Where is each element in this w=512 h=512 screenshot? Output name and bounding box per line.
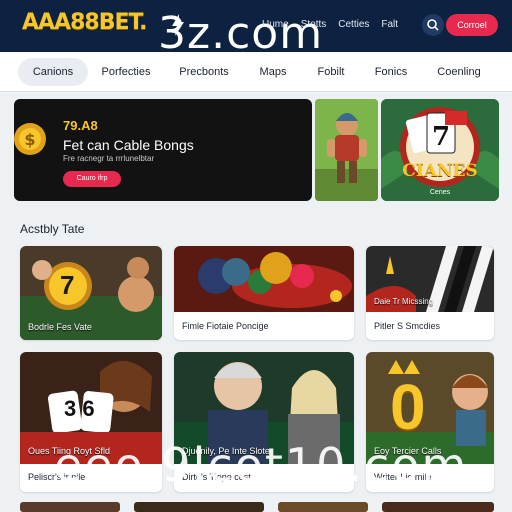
banner-subtitle: Fre racnegr ta rrrlunelbtar: [63, 154, 155, 163]
banner-amount: 79.A8: [63, 118, 98, 133]
category-tab[interactable]: Porfecties: [92, 58, 160, 86]
top-nav-item[interactable]: Uume: [262, 19, 289, 30]
character-illustration: [315, 99, 378, 201]
gold-badge: 0: [390, 371, 426, 443]
top-nav-item[interactable]: Stotts: [301, 19, 327, 30]
site-logo[interactable]: AAA88BET.: [22, 10, 148, 35]
game-card[interactable]: Daie Tr Micssing Pitler S Smcdies: [366, 246, 494, 340]
category-tab[interactable]: Precbonts: [168, 58, 240, 86]
game-card[interactable]: 7 Bodrle Fes Vate: [20, 246, 162, 340]
section-title: Acstbly Tate: [20, 222, 85, 236]
category-tab[interactable]: Maps: [250, 58, 296, 86]
promo-casino-card[interactable]: 7 CIANES Cenes: [381, 99, 499, 201]
top-header: AAA88BET. 3z.com Uume Stotts Cetties Fal…: [0, 0, 512, 56]
promo-subtitle: Cenes: [429, 189, 451, 196]
top-nav-item[interactable]: Falt: [381, 19, 398, 30]
search-icon: [427, 19, 439, 31]
watermark-text: eeo 9lcot10.com: [54, 438, 469, 492]
promo-banner[interactable]: $ 79.A8 Fet can Cable Bongs Fre racnegr …: [14, 99, 312, 201]
casino-illustration: 7: [381, 99, 499, 201]
game-card[interactable]: Fimle Fiotaie Poncige: [174, 246, 354, 340]
search-button[interactable]: [422, 14, 444, 36]
roulette-chips-illustration: [174, 246, 354, 312]
svg-text:7: 7: [432, 122, 450, 152]
banner-title: Fet can Cable Bongs: [63, 137, 194, 153]
category-tab[interactable]: Canions: [18, 58, 88, 86]
slot-badge: 7: [60, 270, 75, 300]
top-nav: Uume Stotts Cetties Falt: [262, 19, 398, 30]
next-row-preview: [20, 502, 494, 512]
banner-cta-button[interactable]: Cauro ifrp: [63, 171, 121, 187]
game-card-title: Pitler S Smcdies: [374, 321, 441, 331]
category-tab[interactable]: Coenling: [428, 58, 490, 86]
category-tab[interactable]: Fonics: [364, 58, 418, 86]
svg-text:$: $: [24, 130, 35, 149]
category-bar: Canions Porfecties Precbonts Maps Fobilt…: [0, 52, 512, 92]
game-card-caption: Daie Tr Micssing: [374, 297, 434, 306]
game-card-title: Bodrle Fes Vate: [28, 322, 92, 332]
category-tab[interactable]: Fobilt: [308, 58, 354, 86]
promo-character-card[interactable]: [315, 99, 378, 201]
login-button[interactable]: Corroel: [446, 14, 498, 36]
dice-face: 3 6: [64, 396, 95, 421]
top-nav-item[interactable]: Cetties: [338, 19, 369, 30]
game-card-title: Fimle Fiotaie Poncige: [182, 321, 269, 331]
coin-icon: $: [14, 123, 46, 155]
promo-title: CIANES: [402, 161, 478, 181]
